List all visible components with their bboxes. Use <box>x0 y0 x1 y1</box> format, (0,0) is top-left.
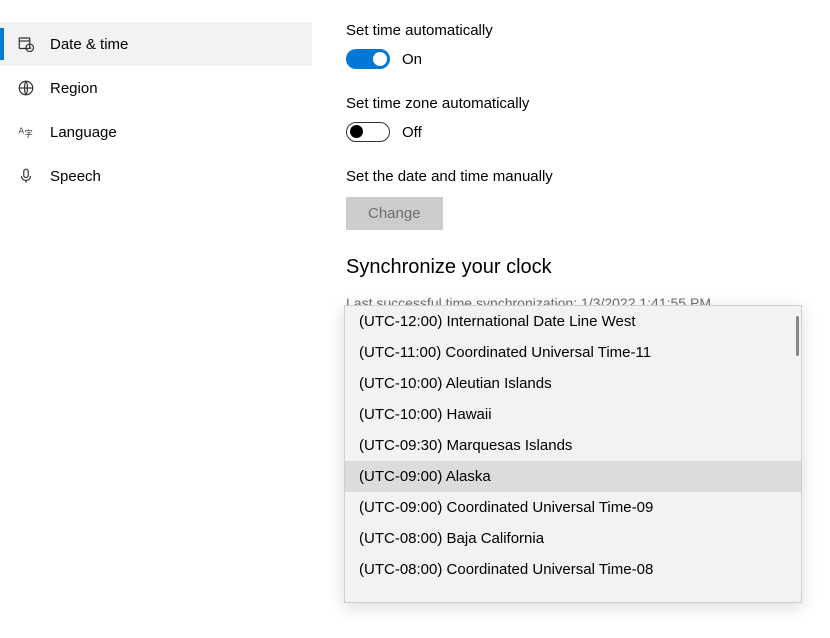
sidebar-item-speech[interactable]: Speech <box>0 154 312 198</box>
timezone-option[interactable]: (UTC-09:00) Alaska <box>345 461 801 492</box>
sidebar-item-label: Date & time <box>50 36 128 53</box>
setting-manual-datetime: Set the date and time manually Change <box>346 168 810 230</box>
timezone-option[interactable]: (UTC-10:00) Aleutian Islands <box>345 368 801 399</box>
timezone-option[interactable]: (UTC-08:00) Coordinated Universal Time-0… <box>345 554 801 585</box>
svg-text:A: A <box>19 127 25 136</box>
timezone-option[interactable]: (UTC-12:00) International Date Line West <box>345 306 801 337</box>
auto-time-label: Set time automatically <box>346 22 810 39</box>
timezone-option[interactable]: (UTC-11:00) Coordinated Universal Time-1… <box>345 337 801 368</box>
settings-sidebar: Date & time Region A 字 Language <box>0 0 312 638</box>
sidebar-item-label: Speech <box>50 168 101 185</box>
sidebar-item-date-time[interactable]: Date & time <box>0 22 312 66</box>
timezone-dropdown[interactable]: (UTC-12:00) International Date Line West… <box>344 305 802 603</box>
auto-tz-state: Off <box>402 124 422 141</box>
calendar-clock-icon <box>16 35 36 53</box>
auto-time-state: On <box>402 51 422 68</box>
timezone-option[interactable]: (UTC-09:30) Marquesas Islands <box>345 430 801 461</box>
change-button[interactable]: Change <box>346 197 443 230</box>
timezone-dropdown-list: (UTC-12:00) International Date Line West… <box>345 306 801 602</box>
sidebar-item-label: Language <box>50 124 117 141</box>
sidebar-item-language[interactable]: A 字 Language <box>0 110 312 154</box>
setting-auto-time: Set time automatically On <box>346 22 810 69</box>
manual-label: Set the date and time manually <box>346 168 810 185</box>
dropdown-scrollbar[interactable] <box>796 316 799 356</box>
sync-heading: Synchronize your clock <box>346 256 810 279</box>
timezone-option[interactable]: (UTC-08:00) Baja California <box>345 523 801 554</box>
auto-tz-label: Set time zone automatically <box>346 95 810 112</box>
timezone-option[interactable]: (UTC-10:00) Hawaii <box>345 399 801 430</box>
globe-icon <box>16 79 36 97</box>
svg-text:字: 字 <box>25 129 33 139</box>
setting-auto-timezone: Set time zone automatically Off <box>346 95 810 142</box>
auto-tz-toggle[interactable] <box>346 122 390 142</box>
auto-time-toggle[interactable] <box>346 49 390 69</box>
microphone-icon <box>16 167 36 185</box>
timezone-option[interactable]: (UTC-09:00) Coordinated Universal Time-0… <box>345 492 801 523</box>
sidebar-item-label: Region <box>50 80 98 97</box>
language-icon: A 字 <box>16 123 36 141</box>
sidebar-item-region[interactable]: Region <box>0 66 312 110</box>
